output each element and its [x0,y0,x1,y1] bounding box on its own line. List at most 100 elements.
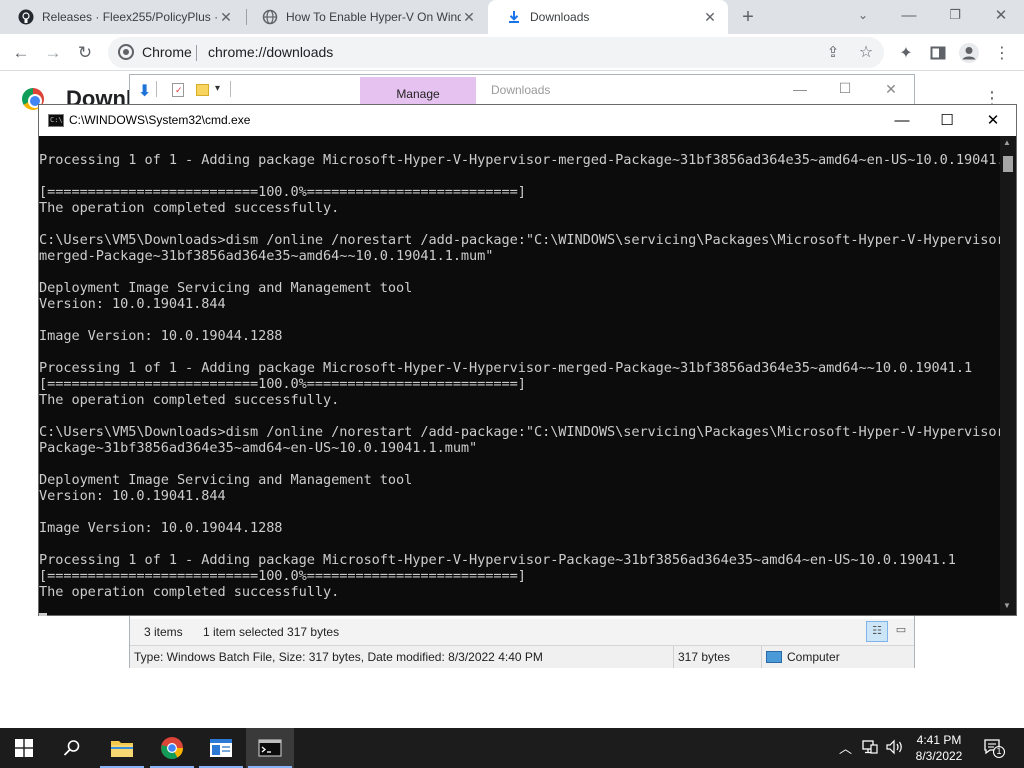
scroll-down-icon[interactable]: ▼ [1003,601,1011,610]
chrome-menu-icon[interactable]: ⋮ [989,40,1015,66]
vertical-scrollbar[interactable]: ▲ ▼ [1000,136,1016,615]
console-line: Version: 10.0.19041.844 [39,488,226,504]
file-details: Type: Windows Batch File, Size: 317 byte… [130,646,674,668]
tab-label: Releases · Fleex255/PolicyPlus · G [42,10,217,24]
download-icon [506,9,522,25]
details-view-icon[interactable]: ☷ [866,621,888,642]
computer-icon [766,651,782,663]
url-text: chrome://downloads [208,44,334,60]
folder-icon [111,741,133,757]
cmd-title-bar: C:\ C:\WINDOWS\System32\cmd.exe — ☐ ✕ [39,105,1016,136]
new-tab-icon[interactable]: + [735,4,761,30]
minimize-icon[interactable]: — [785,81,815,97]
share-icon[interactable]: ⇪ [820,39,846,65]
reload-icon[interactable]: ↻ [72,40,98,66]
minimize-icon[interactable]: — [886,0,932,30]
forward-icon[interactable]: → [40,40,66,66]
console-line: Processing 1 of 1 - Adding package Micro… [39,360,973,376]
close-window-icon[interactable]: ✕ [978,0,1024,30]
divider [156,81,157,97]
customize-toolbar-icon[interactable]: ▾ [215,83,220,94]
close-icon[interactable]: ✕ [970,105,1016,135]
close-icon[interactable]: ✕ [461,9,477,25]
manage-tab[interactable]: Manage [360,77,476,105]
taskbar-command-prompt[interactable] [246,728,294,768]
down-arrow-icon[interactable]: ⬇ [138,81,151,101]
divider [230,81,231,97]
maximize-icon[interactable]: ☐ [830,80,860,97]
network-icon[interactable] [862,739,878,758]
console-line: The operation completed successfully. [39,200,340,216]
scroll-up-icon[interactable]: ▲ [1003,138,1011,147]
side-panel-icon[interactable] [925,40,951,66]
text-cursor [39,613,47,616]
show-hidden-icons-icon[interactable]: ︿ [839,738,852,757]
console-line: Package~31bf3856ad364e35~amd64~en-US~10.… [39,440,478,456]
cmd-icon [258,739,282,757]
tab-search-icon[interactable]: ⌄ [840,0,886,30]
properties-icon[interactable]: ✓ [172,83,184,97]
clock-date: 8/3/2022 [915,749,963,763]
close-icon[interactable]: ✕ [876,81,906,98]
minimize-icon[interactable]: — [879,105,925,135]
item-count: 3 items [144,625,183,639]
close-icon[interactable]: ✕ [218,9,234,25]
console-line: Image Version: 10.0.19044.1288 [39,520,283,536]
console-line: Version: 10.0.19041.844 [39,296,226,312]
back-icon[interactable]: ← [8,40,34,66]
search-icon [63,740,80,756]
restore-icon[interactable]: ❐ [932,0,978,30]
github-icon [18,9,34,25]
location-label: Computer [787,650,840,664]
console-line: The operation completed successfully. [39,584,340,600]
explorer-details-bar: Type: Windows Batch File, Size: 317 byte… [130,645,914,668]
tab-label: Downloads [530,10,590,24]
explorer-status-bar: 3 items 1 item selected 317 bytes ☷ ▭ [130,619,914,645]
console-line: Processing 1 of 1 - Adding package Micro… [39,552,956,568]
extensions-icon[interactable]: ✦ [893,40,919,66]
console-line: merged-Package~31bf3856ad364e35~amd64~~1… [39,248,494,264]
new-folder-icon[interactable] [196,84,209,96]
start-button[interactable] [0,728,48,768]
cmd-icon: C:\ [48,114,64,127]
system-clock[interactable]: 4:41 PM 8/3/2022 [910,732,968,764]
console-line: Deployment Image Servicing and Managemen… [39,280,413,296]
maximize-icon[interactable]: ☐ [924,105,970,135]
browser-toolbar: ← → ↻ Chrome chrome://downloads ⇪ ☆ ✦ ⋮ [0,34,1024,71]
chrome-icon [118,44,134,60]
site-chip[interactable]: Chrome [118,44,192,60]
globe-icon [262,9,278,25]
window-app-icon [210,739,232,757]
bookmark-star-icon[interactable]: ☆ [853,39,879,65]
address-bar[interactable]: Chrome chrome://downloads ⇪ ☆ [108,37,884,68]
large-icons-view-icon[interactable]: ▭ [891,621,911,642]
tab-policyplus-releases[interactable]: Releases · Fleex255/PolicyPlus · G ✕ [0,0,244,34]
tab-downloads[interactable]: Downloads ✕ [488,0,728,34]
profile-avatar-icon[interactable] [956,40,982,66]
explorer-title-bar: ⬇ ✓ ▾ Manage Downloads — ☐ ✕ [130,75,914,105]
tab-hyper-v-article[interactable]: How To Enable Hyper-V On Windo ✕ [244,0,487,34]
volume-icon[interactable] [886,739,904,758]
scrollbar-thumb[interactable] [1003,156,1013,172]
taskbar-chrome[interactable] [148,728,196,768]
site-chip-label: Chrome [142,44,192,60]
cmd-window-title: C:\WINDOWS\System32\cmd.exe [69,113,251,127]
taskbar-file-explorer[interactable] [98,728,146,768]
action-center-icon[interactable]: 1 [983,737,1006,762]
search-button[interactable] [48,728,96,768]
taskbar: ︿ 4:41 PM 8/3/2022 1 [0,728,1024,768]
selection-info: 1 item selected 317 bytes [203,625,340,639]
taskbar-app[interactable] [197,728,245,768]
close-icon[interactable]: ✕ [702,9,718,25]
console-line: [==========================100.0%=======… [39,568,526,584]
location-pane: Computer [762,646,912,668]
console-output[interactable]: Processing 1 of 1 - Adding package Micro… [39,136,1000,615]
clock-time: 4:41 PM [916,733,962,747]
windows-logo-icon [15,739,33,757]
